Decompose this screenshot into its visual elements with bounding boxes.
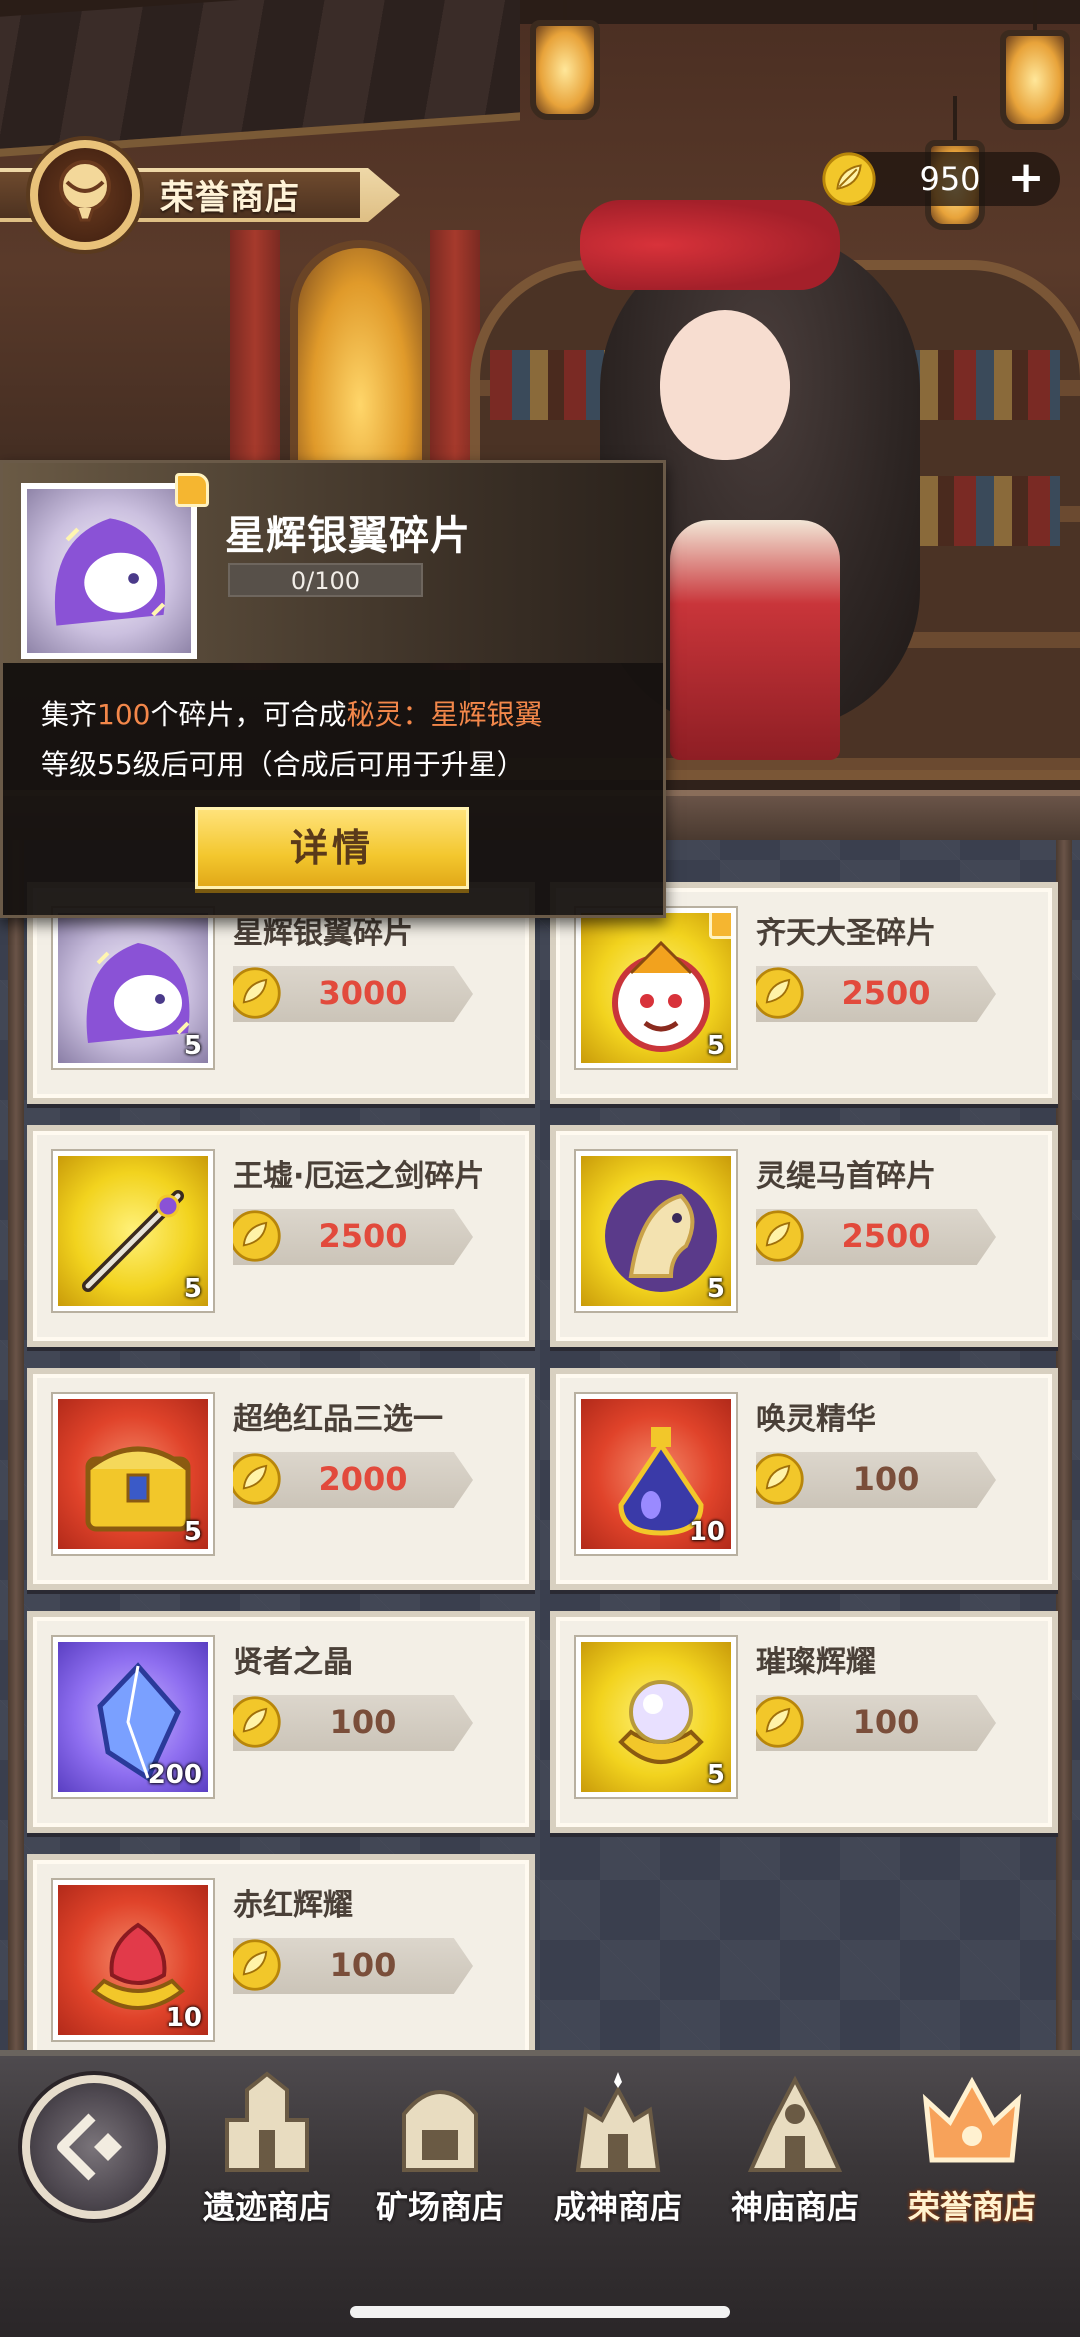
popup-requirement: 等级55级后可用（合成后可用于升星） <box>41 748 525 781</box>
back-arrow-icon[interactable] <box>22 2075 166 2219</box>
item-icon: 5 <box>53 1151 213 1311</box>
item-quantity: 200 <box>147 1760 202 1790</box>
currency-display: 950 + <box>822 152 1060 206</box>
shop-item-card[interactable]: 200 贤者之晶 100 <box>27 1611 535 1833</box>
temple-building-icon <box>747 2075 843 2172</box>
stained-glass-window <box>290 240 430 480</box>
item-name: 超绝红品三选一 <box>233 1402 443 1437</box>
item-quantity: 5 <box>183 1274 202 1304</box>
ruins-building-icon <box>225 2071 309 2172</box>
item-name: 赤红辉耀 <box>233 1888 353 1923</box>
item-name: 璀璨辉耀 <box>756 1645 876 1680</box>
price-tag: 100 <box>233 1695 473 1751</box>
item-detail-popup: 星辉银翼碎片 0/100 集齐100个碎片，可合成秘灵：星辉银翼 等级55级后可… <box>0 460 666 918</box>
item-icon: 200 <box>53 1637 213 1797</box>
lantern-icon <box>1000 30 1070 130</box>
item-name: 贤者之晶 <box>233 1645 353 1680</box>
item-price: 100 <box>329 1703 397 1741</box>
balloon-emblem-icon <box>30 140 140 250</box>
item-quantity: 5 <box>183 1517 202 1547</box>
item-price: 100 <box>852 1703 920 1741</box>
item-name: 王墟·厄运之剑碎片 <box>233 1159 485 1194</box>
tab-mine-shop[interactable]: 矿场商店 <box>350 2070 530 2230</box>
tab-temple-shop[interactable]: 神庙商店 <box>705 2070 885 2230</box>
item-quantity: 5 <box>706 1274 725 1304</box>
item-icon: 5 <box>576 1151 736 1311</box>
tab-godhood-shop[interactable]: 成神商店 <box>528 2070 708 2230</box>
price-tag: 100 <box>233 1938 473 1994</box>
shop-item-card[interactable]: 5 超绝红品三选一 2000 <box>27 1368 535 1590</box>
currency-amount: 950 <box>919 160 981 198</box>
price-tag: 2500 <box>756 1209 996 1265</box>
leaf-coin-icon <box>822 152 876 206</box>
item-price: 100 <box>852 1460 920 1498</box>
item-quantity: 5 <box>183 1031 202 1061</box>
lantern-icon <box>530 20 600 120</box>
shop-item-card[interactable]: 5 王墟·厄运之剑碎片 2500 <box>27 1125 535 1347</box>
item-price: 2500 <box>318 1217 408 1255</box>
godhood-building-icon <box>575 2072 661 2172</box>
fragment-progress-bar: 0/100 <box>228 563 423 597</box>
page-title: 荣誉商店 <box>160 178 300 218</box>
crown-icon <box>922 2076 1022 2163</box>
synthesis-target: 秘灵：星辉银翼 <box>346 698 543 731</box>
plus-icon[interactable]: + <box>1006 156 1046 200</box>
popup-description: 集齐100个碎片，可合成秘灵：星辉银翼 <box>41 698 543 731</box>
item-name: 齐天大圣碎片 <box>756 916 936 951</box>
shop-item-card[interactable]: 5 灵缇马首碎片 2500 <box>550 1125 1058 1347</box>
fragment-corner-icon <box>175 473 209 507</box>
price-tag: 100 <box>756 1695 996 1751</box>
panel-side-rail <box>8 840 24 2050</box>
item-price: 2500 <box>841 1217 931 1255</box>
item-icon: 5 <box>576 1637 736 1797</box>
item-name: 唤灵精华 <box>756 1402 876 1437</box>
item-name: 灵缇马首碎片 <box>756 1159 936 1194</box>
tab-ruins-shop[interactable]: 遗迹商店 <box>177 2070 357 2230</box>
item-quantity: 10 <box>688 1517 725 1547</box>
item-price: 3000 <box>318 974 408 1012</box>
price-tag: 3000 <box>233 966 473 1022</box>
popup-item-icon <box>21 483 197 659</box>
item-icon: 10 <box>576 1394 736 1554</box>
panel-side-rail <box>1056 840 1072 2050</box>
price-tag: 100 <box>756 1452 996 1508</box>
tab-honor-shop[interactable]: 荣誉商店 <box>882 2070 1062 2230</box>
item-price: 2500 <box>841 974 931 1012</box>
progress-text: 0/100 <box>290 567 361 595</box>
price-tag: 2000 <box>233 1452 473 1508</box>
item-price: 2000 <box>318 1460 408 1498</box>
popup-item-name: 星辉银翼碎片 <box>225 513 471 559</box>
item-icon: 5 <box>576 908 736 1068</box>
home-indicator <box>350 2306 730 2318</box>
shop-item-card[interactable]: 10 赤红辉耀 100 <box>27 1854 535 2076</box>
item-quantity: 5 <box>706 1031 725 1061</box>
item-quantity: 5 <box>706 1760 725 1790</box>
item-icon: 5 <box>53 1394 213 1554</box>
unicorn-icon <box>54 518 166 626</box>
details-button[interactable]: 详情 <box>195 807 469 889</box>
price-tag: 2500 <box>233 1209 473 1265</box>
mine-building-icon <box>402 2090 478 2172</box>
item-icon: 5 <box>53 908 213 1068</box>
striped-awning <box>0 0 520 160</box>
price-tag: 2500 <box>756 966 996 1022</box>
shop-item-card[interactable]: 5 璀璨辉耀 100 <box>550 1611 1058 1833</box>
shop-item-card[interactable]: 10 唤灵精华 100 <box>550 1368 1058 1590</box>
fragment-count: 100 <box>97 698 151 731</box>
item-price: 100 <box>329 1946 397 1984</box>
item-icon: 10 <box>53 1880 213 2040</box>
item-quantity: 10 <box>165 2003 202 2033</box>
